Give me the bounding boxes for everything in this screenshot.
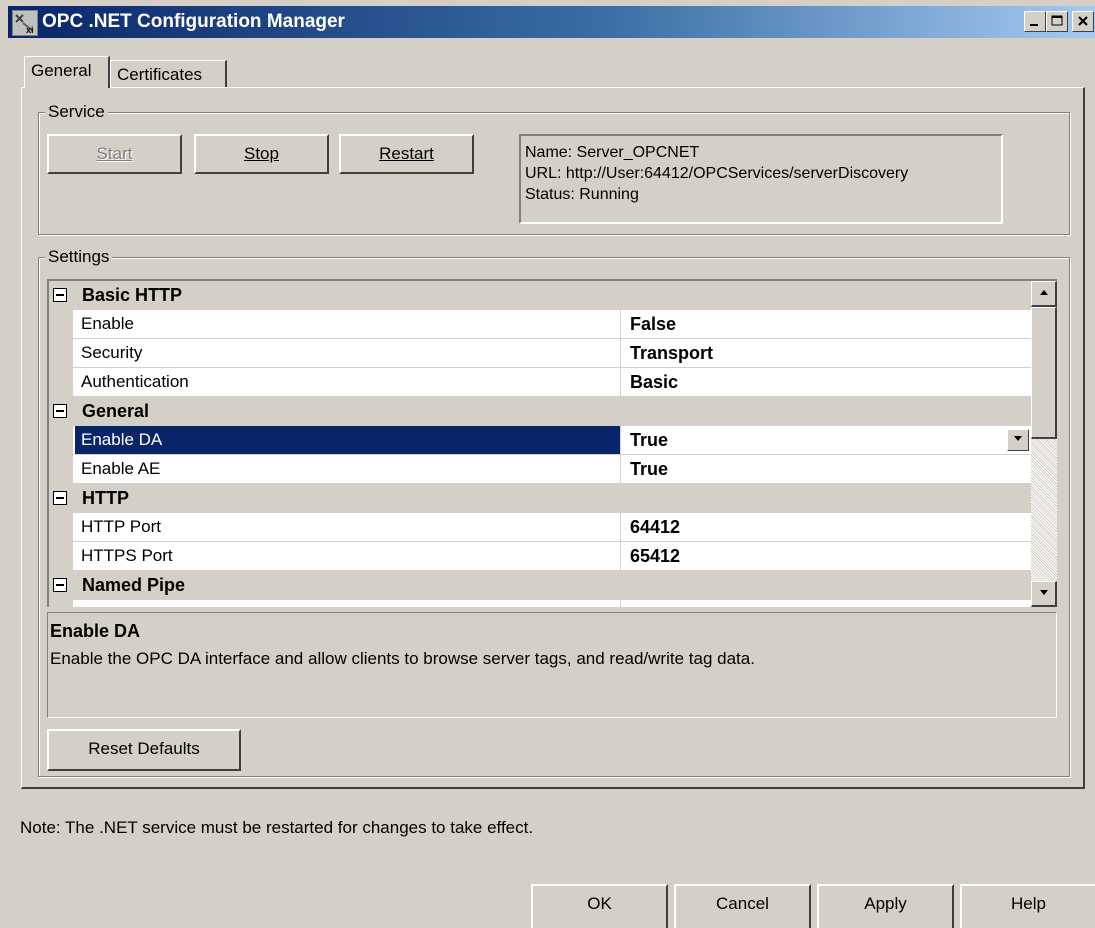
scroll-thumb[interactable] [1031, 307, 1057, 439]
tab-certificates-label: Certificates [117, 65, 203, 84]
close-icon [1078, 16, 1088, 26]
property-value[interactable]: True [622, 426, 1032, 454]
maximize-icon [1051, 15, 1063, 26]
description-pane: Enable DA Enable the OPC DA interface an… [47, 612, 1057, 718]
stop-button-label: Stop [244, 144, 279, 163]
property-name: Security [75, 339, 621, 367]
minimize-icon [1030, 24, 1038, 26]
property-name: Enable DA [75, 426, 621, 454]
category-name: Basic HTTP [82, 285, 183, 305]
start-button[interactable]: Start [47, 134, 182, 174]
restart-button-label: Restart [379, 144, 434, 163]
property-name: Enable [75, 310, 621, 338]
property-row[interactable]: Authentication Basic [49, 368, 1031, 397]
arrow-down-icon [1039, 590, 1048, 595]
category-row[interactable]: Named Pipe [49, 571, 1031, 600]
property-row[interactable]: Enable False [49, 310, 1031, 339]
window-title: OPC .NET Configuration Manager [42, 11, 345, 32]
property-value[interactable]: False [622, 310, 1032, 338]
property-name: HTTP Port [75, 513, 621, 541]
collapse-icon[interactable] [53, 288, 67, 302]
settings-group-label: Settings [45, 247, 113, 267]
help-button[interactable]: Help [960, 884, 1095, 928]
service-info-box: Name: Server_OPCNET URL: http://User:644… [519, 134, 1003, 224]
apply-button-label: Apply [864, 894, 907, 913]
close-button[interactable] [1072, 11, 1094, 32]
property-value[interactable]: Transport [622, 339, 1032, 367]
scroll-down-button[interactable] [1031, 581, 1057, 607]
property-grid[interactable]: Basic HTTP Enable False Security Transpo… [47, 279, 1057, 607]
restart-button[interactable]: Restart [339, 134, 474, 174]
category-row[interactable]: HTTP [49, 484, 1031, 513]
service-url: URL: http://User:64412/OPCServices/serve… [525, 165, 909, 182]
service-name: Name: Server_OPCNET [525, 144, 700, 161]
category-name: General [82, 401, 150, 421]
collapse-icon[interactable] [53, 578, 67, 592]
property-value[interactable]: Basic [622, 368, 1032, 396]
app-icon: xi [12, 10, 38, 36]
collapse-icon[interactable] [53, 491, 67, 505]
service-status: Status: Running [525, 186, 639, 203]
scroll-up-button[interactable] [1031, 281, 1057, 307]
property-row[interactable]: Security Transport [49, 339, 1031, 368]
help-button-label: Help [1011, 894, 1046, 913]
stop-button[interactable]: Stop [194, 134, 329, 174]
tab-general-label: General [31, 61, 92, 80]
category-row[interactable]: General [49, 397, 1031, 426]
description-text: Enable the OPC DA interface and allow cl… [50, 649, 755, 668]
property-value[interactable]: True [622, 455, 1032, 483]
description-title: Enable DA [50, 621, 141, 641]
ok-button-label: OK [587, 894, 612, 913]
chevron-down-icon [1014, 436, 1022, 441]
vertical-scrollbar[interactable] [1031, 281, 1057, 607]
tab-general[interactable]: General [24, 56, 110, 88]
service-group-label: Service [45, 102, 108, 122]
maximize-button[interactable] [1046, 11, 1068, 32]
apply-button[interactable]: Apply [817, 884, 954, 928]
collapse-icon[interactable] [53, 404, 67, 418]
svg-text:xi: xi [26, 25, 34, 35]
cancel-button-label: Cancel [716, 894, 769, 913]
property-name: Authentication [75, 368, 621, 396]
title-bar[interactable]: xi OPC .NET Configuration Manager [8, 6, 1095, 38]
category-name: HTTP [82, 488, 129, 508]
property-name: Enable AE [75, 455, 621, 483]
property-row-selected[interactable]: Enable DA True [49, 426, 1031, 455]
tab-certificates[interactable]: Certificates [110, 60, 227, 88]
cancel-button[interactable]: Cancel [674, 884, 811, 928]
minimize-button[interactable] [1024, 11, 1046, 32]
ok-button[interactable]: OK [531, 884, 668, 928]
reset-defaults-label: Reset Defaults [88, 739, 200, 758]
category-row[interactable]: Basic HTTP [49, 281, 1031, 310]
restart-note: Note: The .NET service must be restarted… [20, 818, 534, 837]
config-manager-window: xi OPC .NET Configuration Manager Genera… [0, 0, 1095, 928]
property-value[interactable]: 65412 [622, 542, 1032, 570]
property-value[interactable]: 64412 [622, 513, 1032, 541]
arrow-up-icon [1039, 290, 1048, 295]
property-row[interactable]: Enable AE True [49, 455, 1031, 484]
property-row-partial[interactable] [49, 600, 1031, 607]
category-name: Named Pipe [82, 575, 186, 595]
property-name: HTTPS Port [75, 542, 621, 570]
value-dropdown-button[interactable] [1007, 429, 1029, 451]
property-row[interactable]: HTTP Port 64412 [49, 513, 1031, 542]
property-row[interactable]: HTTPS Port 65412 [49, 542, 1031, 571]
reset-defaults-button[interactable]: Reset Defaults [47, 729, 241, 771]
start-button-label: Start [96, 144, 133, 163]
